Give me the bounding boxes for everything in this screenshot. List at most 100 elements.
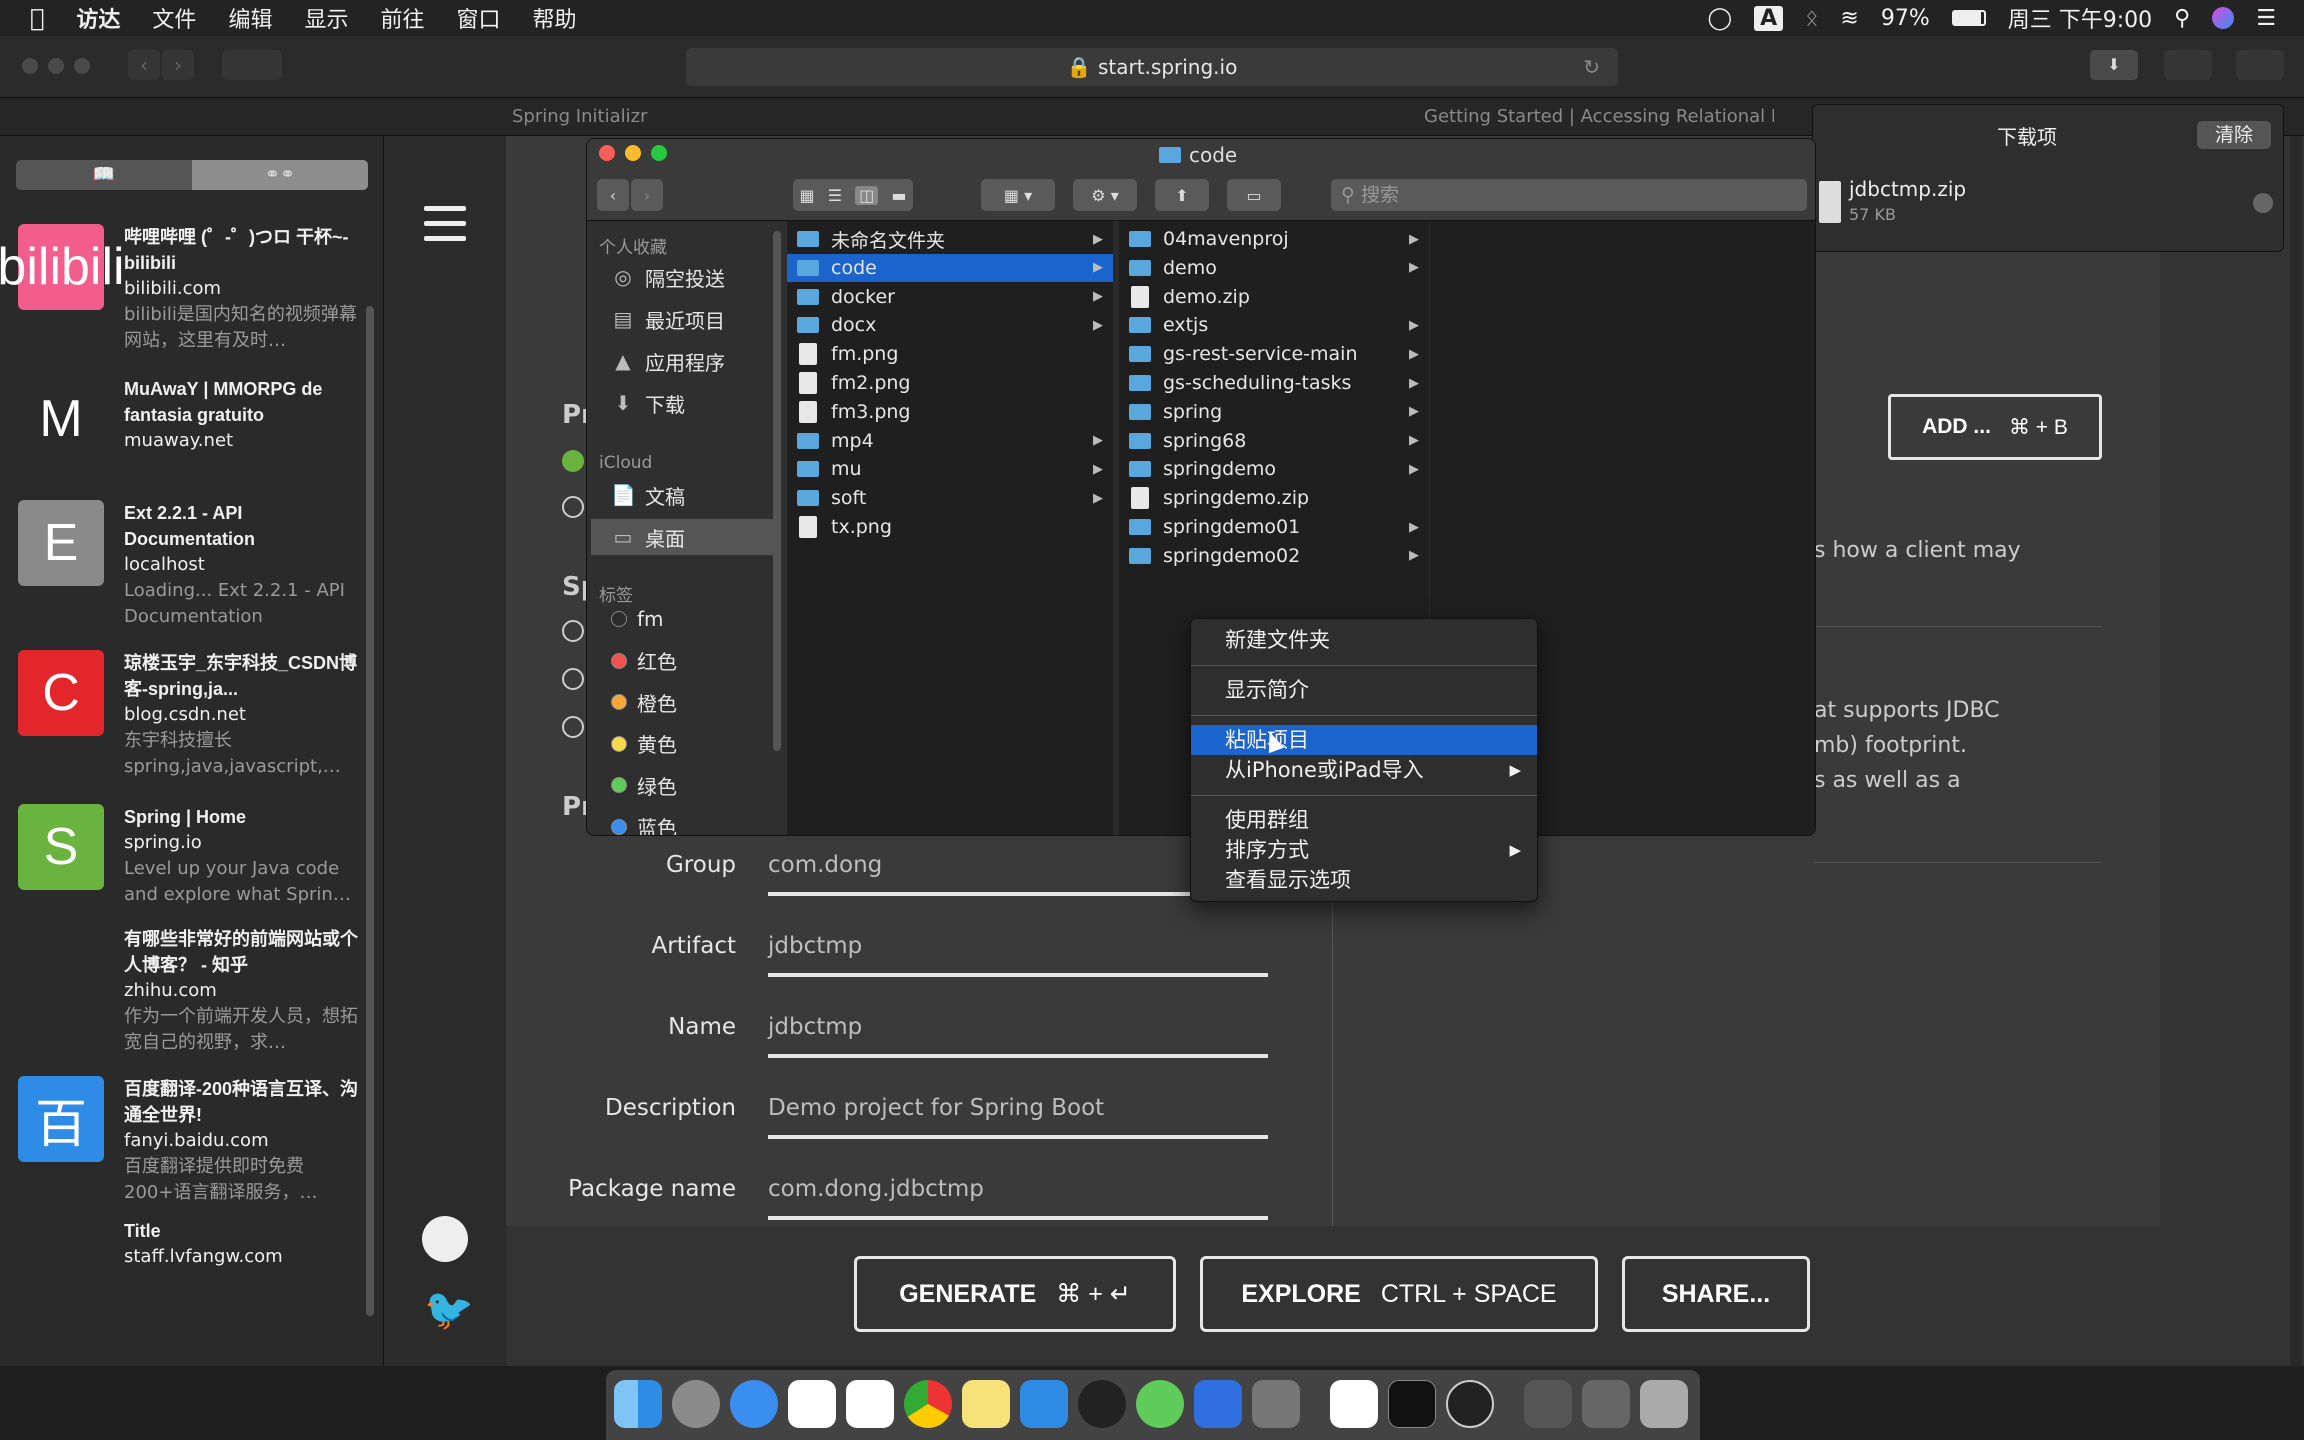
share-project-button[interactable]: SHARE...	[1622, 1256, 1810, 1332]
finder-tag-item[interactable]: 绿色	[611, 767, 781, 803]
bluetooth-icon[interactable]: ᛟ	[1805, 6, 1818, 31]
input-method-icon[interactable]: A	[1754, 5, 1784, 31]
trash-dock-icon[interactable]	[1640, 1380, 1688, 1428]
share-button[interactable]	[2164, 50, 2212, 80]
finder-zoom-button[interactable]	[651, 145, 667, 161]
finder-item[interactable]: gs-scheduling-tasks ▶	[1119, 369, 1429, 397]
reading-list-tab[interactable]: ⚭⚭	[192, 160, 368, 190]
finder-item[interactable]: demo ▶	[1119, 254, 1429, 282]
sidebar-toggle-button[interactable]	[222, 50, 282, 80]
finder-item[interactable]: fm3.png	[787, 398, 1113, 426]
radio-icon[interactable]	[562, 620, 584, 642]
zoom-window-button[interactable]	[74, 58, 90, 74]
finder-item[interactable]: tx.png	[787, 513, 1113, 541]
finder-tag-item[interactable]: 橙色	[611, 684, 781, 720]
wechat-dock-icon[interactable]	[1136, 1380, 1184, 1428]
action-gear-button[interactable]: ⚙ ▾	[1073, 179, 1137, 211]
minimize-window-button[interactable]	[48, 58, 64, 74]
apple-icon[interactable]: 	[0, 4, 60, 32]
clear-downloads-button[interactable]: 清除	[2197, 121, 2271, 149]
gallery-view-icon[interactable]: ▬	[891, 186, 906, 205]
finder-sidebar-item[interactable]: ▤ 最近项目	[611, 301, 781, 337]
icon-view-icon[interactable]: ▦	[800, 186, 815, 205]
finder-item[interactable]: springdemo.zip	[1119, 484, 1429, 512]
word-dock-icon[interactable]	[1194, 1380, 1242, 1428]
finder-item[interactable]: demo.zip	[1119, 283, 1429, 311]
system-preferences-dock-icon[interactable]	[1252, 1380, 1300, 1428]
generate-button[interactable]: GENERATE ⌘ + ↵	[854, 1256, 1176, 1332]
sidebar-scrollbar[interactable]	[366, 306, 374, 1316]
finder-sidebar-item[interactable]: 📄 文稿	[611, 477, 781, 513]
close-window-button[interactable]	[22, 58, 38, 74]
notification-center-icon[interactable]: ☰	[2256, 6, 2276, 31]
obs-dock-icon[interactable]	[1446, 1380, 1494, 1428]
radio-selected-icon[interactable]	[562, 450, 584, 472]
tab-spring-initializr[interactable]: Spring Initializr	[512, 106, 647, 127]
group-button[interactable]: ▦ ▾	[981, 179, 1055, 211]
battery-icon[interactable]	[1951, 10, 1986, 26]
calendar-dock-icon[interactable]	[788, 1380, 836, 1428]
idea-dock-icon[interactable]	[1330, 1380, 1378, 1428]
menu-view[interactable]: 显示	[288, 2, 364, 34]
finder-sidebar-item[interactable]: ⬇ 下载	[611, 385, 781, 421]
download-filename[interactable]: jdbctmp.zip	[1849, 177, 1966, 201]
explore-button[interactable]: EXPLORE CTRL + SPACE	[1200, 1256, 1598, 1332]
finder-dock-icon[interactable]	[614, 1380, 662, 1428]
clock[interactable]: 周三 下午9:00	[2008, 2, 2152, 34]
finder-back-button[interactable]: ‹	[597, 179, 629, 211]
menu-window[interactable]: 窗口	[440, 2, 516, 34]
menu-sort-by[interactable]: 排序方式 ▶	[1191, 835, 1537, 865]
finder-sidebar-item[interactable]: ▲ 应用程序	[611, 343, 781, 379]
documents-stack-dock-icon[interactable]	[1582, 1380, 1630, 1428]
finder-sidebar-item[interactable]: ◎ 隔空投送	[611, 259, 781, 295]
tag-button[interactable]: ▭	[1227, 179, 1281, 211]
finder-search-field[interactable]: ⚲ 搜索	[1331, 179, 1807, 211]
finder-item[interactable]: code ▶	[787, 253, 1113, 282]
menu-finder[interactable]: 访达	[60, 2, 136, 34]
finder-item[interactable]: spring ▶	[1119, 398, 1429, 426]
field-input[interactable]: jdbctmp	[768, 933, 1268, 977]
menu-view-options[interactable]: 查看显示选项	[1191, 865, 1537, 895]
radio-icon[interactable]	[562, 716, 584, 738]
menu-file[interactable]: 文件	[136, 2, 212, 34]
menu-get-info[interactable]: 显示简介	[1191, 675, 1537, 705]
twitter-icon[interactable]: 🐦	[424, 1286, 474, 1333]
hamburger-menu-icon[interactable]	[424, 206, 466, 241]
finder-close-button[interactable]	[599, 145, 615, 161]
finder-item[interactable]: springdemo02 ▶	[1119, 542, 1429, 570]
finder-item[interactable]: 04mavenproj ▶	[1119, 225, 1429, 253]
finder-tag-item[interactable]: fm	[611, 601, 781, 637]
menu-go[interactable]: 前往	[364, 2, 440, 34]
finder-item[interactable]: springdemo01 ▶	[1119, 513, 1429, 541]
column-view-icon[interactable]: ◫	[855, 185, 879, 205]
chrome-dock-icon[interactable]	[904, 1380, 952, 1428]
siri-icon[interactable]	[2212, 7, 2235, 29]
finder-item[interactable]: spring68 ▶	[1119, 427, 1429, 455]
view-mode-control[interactable]: ▦ ☰ ◫ ▬	[793, 179, 913, 211]
reveal-in-finder-icon[interactable]	[2253, 193, 2273, 213]
add-dependencies-button[interactable]: ADD ... ⌘ + B	[1888, 394, 2102, 460]
reload-icon[interactable]: ↻	[1583, 48, 1600, 86]
radio-icon[interactable]	[562, 496, 584, 518]
finder-item[interactable]: gs-rest-service-main ▶	[1119, 340, 1429, 368]
qq-dock-icon[interactable]	[1078, 1380, 1126, 1428]
finder-tag-item[interactable]: 蓝色	[611, 809, 781, 835]
downloads-button[interactable]: ⬇	[2090, 50, 2138, 80]
menu-new-folder[interactable]: 新建文件夹	[1191, 625, 1537, 655]
finder-sidebar-scrollbar[interactable]	[773, 231, 781, 751]
list-view-icon[interactable]: ☰	[828, 186, 842, 205]
safari-dock-icon[interactable]	[730, 1380, 778, 1428]
radio-icon[interactable]	[562, 668, 584, 690]
finder-item[interactable]: docker ▶	[787, 283, 1113, 311]
finder-item[interactable]: fm2.png	[787, 369, 1113, 397]
sync-icon[interactable]: ◯	[1708, 6, 1733, 31]
menu-help[interactable]: 帮助	[517, 2, 593, 34]
finder-item[interactable]: 未命名文件夹 ▶	[787, 225, 1113, 253]
field-input[interactable]: Demo project for Spring Boot	[768, 1095, 1268, 1139]
back-button[interactable]: ‹	[128, 50, 160, 80]
notes-dock-icon[interactable]	[962, 1380, 1010, 1428]
finder-forward-button[interactable]: ›	[631, 179, 663, 211]
spotlight-icon[interactable]: ⚲	[2174, 6, 2190, 31]
finder-sidebar-item[interactable]: ▭ 桌面	[591, 519, 781, 555]
address-bar[interactable]: 🔒 start.spring.io ↻	[686, 48, 1618, 86]
